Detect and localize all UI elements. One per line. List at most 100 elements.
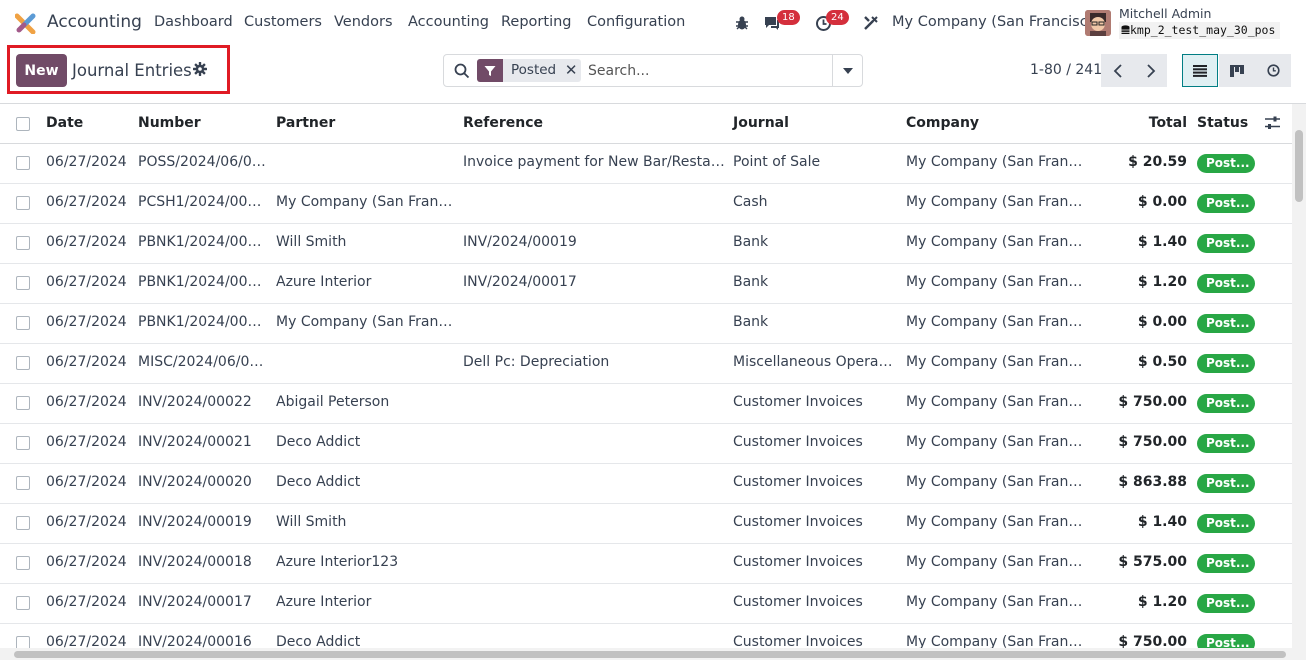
row-checkbox[interactable]	[16, 316, 30, 330]
status-badge: Post...	[1197, 234, 1255, 253]
kanban-icon	[1230, 64, 1244, 77]
row-checkbox[interactable]	[16, 516, 30, 530]
user-name[interactable]: Mitchell Admin	[1119, 6, 1211, 21]
row-checkbox[interactable]	[16, 236, 30, 250]
row-checkbox[interactable]	[16, 156, 30, 170]
table-row[interactable]: 06/27/2024 PCSH1/2024/00011 My Company (Sa…	[0, 184, 1292, 224]
search-input[interactable]	[588, 62, 828, 80]
remove-facet-icon[interactable]: ✕	[561, 59, 581, 82]
row-checkbox[interactable]	[16, 436, 30, 450]
vertical-scrollbar[interactable]	[1292, 104, 1306, 648]
messages-count-badge: 18	[777, 10, 800, 25]
horizontal-scroll-thumb[interactable]	[14, 651, 1286, 658]
column-header-partner[interactable]: Partner	[276, 115, 335, 131]
pager-previous-button[interactable]	[1101, 54, 1134, 87]
settings-tools-icon[interactable]	[859, 11, 883, 35]
row-checkbox[interactable]	[16, 196, 30, 210]
table-row[interactable]: 06/27/2024 INV/2024/00019 Will Smith Custom…	[0, 504, 1292, 544]
select-all-checkbox[interactable]	[16, 117, 30, 131]
menu-dashboard[interactable]: Dashboard	[154, 14, 233, 30]
list-icon	[1193, 64, 1207, 77]
cell-reference: INV/2024/00019	[463, 234, 577, 250]
menu-vendors[interactable]: Vendors	[334, 14, 393, 30]
row-checkbox[interactable]	[16, 356, 30, 370]
cell-company: My Company (San Francis...	[906, 394, 1084, 410]
table-row[interactable]: 06/27/2024 MISC/2024/06/0002 Dell Pc: Depr…	[0, 344, 1292, 384]
app-name[interactable]: Accounting	[47, 12, 142, 32]
menu-reporting[interactable]: Reporting	[501, 14, 572, 30]
new-button[interactable]: New	[16, 54, 67, 87]
activity-view-button[interactable]	[1255, 54, 1291, 87]
status-badge: Post...	[1197, 354, 1255, 373]
menu-configuration[interactable]: Configuration	[587, 14, 685, 30]
column-header-reference[interactable]: Reference	[463, 115, 543, 131]
row-checkbox[interactable]	[16, 636, 30, 648]
row-checkbox[interactable]	[16, 396, 30, 410]
table-row[interactable]: 06/27/2024 PBNK1/2024/00060 My Company (Sa…	[0, 304, 1292, 344]
cell-company: My Company (San Francis...	[906, 594, 1084, 610]
accounting-app-icon[interactable]	[15, 12, 37, 34]
horizontal-scrollbar[interactable]	[0, 648, 1306, 660]
table-row[interactable]: 06/27/2024 INV/2024/00016 Deco Addict Custo…	[0, 624, 1292, 648]
table-row[interactable]: 06/27/2024 INV/2024/00020 Deco Addict Custo…	[0, 464, 1292, 504]
cell-partner: My Company (San Francis...	[276, 194, 456, 210]
menu-accounting[interactable]: Accounting	[408, 14, 489, 30]
column-header-total[interactable]: Total	[1100, 115, 1187, 131]
kanban-view-button[interactable]	[1219, 54, 1255, 87]
gear-icon[interactable]	[193, 62, 207, 76]
column-header-number[interactable]: Number	[138, 115, 201, 131]
cell-number: PBNK1/2024/00062	[138, 234, 268, 250]
database-icon	[1121, 25, 1130, 34]
cell-company: My Company (San Francis...	[906, 434, 1084, 450]
breadcrumb-title: Journal Entries	[72, 61, 192, 80]
cell-number: PBNK1/2024/00061	[138, 274, 268, 290]
cell-date: 06/27/2024	[46, 154, 127, 170]
cell-journal: Customer Invoices	[733, 594, 863, 610]
table-row[interactable]: 06/27/2024 PBNK1/2024/00061 Azure Interior…	[0, 264, 1292, 304]
row-checkbox[interactable]	[16, 596, 30, 610]
cell-date: 06/27/2024	[46, 354, 127, 370]
table-row[interactable]: 06/27/2024 INV/2024/00018 Azure Interior12…	[0, 544, 1292, 584]
menu-customers[interactable]: Customers	[244, 14, 322, 30]
column-header-date[interactable]: Date	[46, 115, 83, 131]
row-checkbox[interactable]	[16, 556, 30, 570]
cell-journal: Miscellaneous Operati...	[733, 354, 893, 370]
cell-partner: My Company (San Francis...	[276, 314, 456, 330]
list-view-button[interactable]	[1182, 54, 1218, 87]
column-header-status[interactable]: Status	[1197, 115, 1248, 131]
cell-reference: Invoice payment for New Bar/Restaura...	[463, 154, 725, 170]
cell-total: $ 750.00	[1118, 394, 1187, 410]
cell-journal: Bank	[733, 234, 769, 250]
cell-date: 06/27/2024	[46, 394, 127, 410]
cell-partner: Deco Addict	[276, 434, 361, 450]
table-row[interactable]: 06/27/2024 INV/2024/00017 Azure Interior Cu…	[0, 584, 1292, 624]
cell-partner: Deco Addict	[276, 634, 361, 648]
cell-date: 06/27/2024	[46, 514, 127, 530]
table-row[interactable]: 06/27/2024 INV/2024/00022 Abigail Peterson…	[0, 384, 1292, 424]
search-options-toggle[interactable]	[832, 55, 862, 86]
cell-total: $ 20.59	[1128, 154, 1187, 170]
status-badge: Post...	[1197, 274, 1255, 293]
cell-date: 06/27/2024	[46, 434, 127, 450]
cell-number: MISC/2024/06/0002	[138, 354, 268, 370]
cell-total: $ 0.00	[1137, 314, 1187, 330]
row-checkbox[interactable]	[16, 276, 30, 290]
optional-columns-sliders-icon[interactable]	[1265, 116, 1280, 130]
column-header-company[interactable]: Company	[906, 115, 979, 131]
table-row[interactable]: 06/27/2024 POSS/2024/06/00... Invoice paym…	[0, 144, 1292, 184]
column-header-journal[interactable]: Journal	[733, 115, 789, 131]
vertical-scroll-thumb[interactable]	[1295, 130, 1303, 202]
company-switcher[interactable]: My Company (San Francisco)	[892, 14, 1102, 30]
status-badge: Post...	[1197, 194, 1255, 213]
pager-next-button[interactable]	[1134, 54, 1167, 87]
table-row[interactable]: 06/27/2024 INV/2024/00021 Deco Addict Custo…	[0, 424, 1292, 464]
chevron-left-icon	[1113, 63, 1122, 78]
debug-bug-icon[interactable]	[730, 11, 754, 35]
search-icon[interactable]	[454, 63, 470, 79]
user-avatar[interactable]	[1085, 10, 1111, 36]
top-navbar: Accounting Dashboard Customers Vendors A…	[0, 0, 1306, 46]
table-row[interactable]: 06/27/2024 PBNK1/2024/00062 Will Smith INV/…	[0, 224, 1292, 264]
row-checkbox[interactable]	[16, 476, 30, 490]
cell-number: POSS/2024/06/00...	[138, 154, 268, 170]
pager-value[interactable]: 1-80 / 241	[1030, 62, 1102, 78]
